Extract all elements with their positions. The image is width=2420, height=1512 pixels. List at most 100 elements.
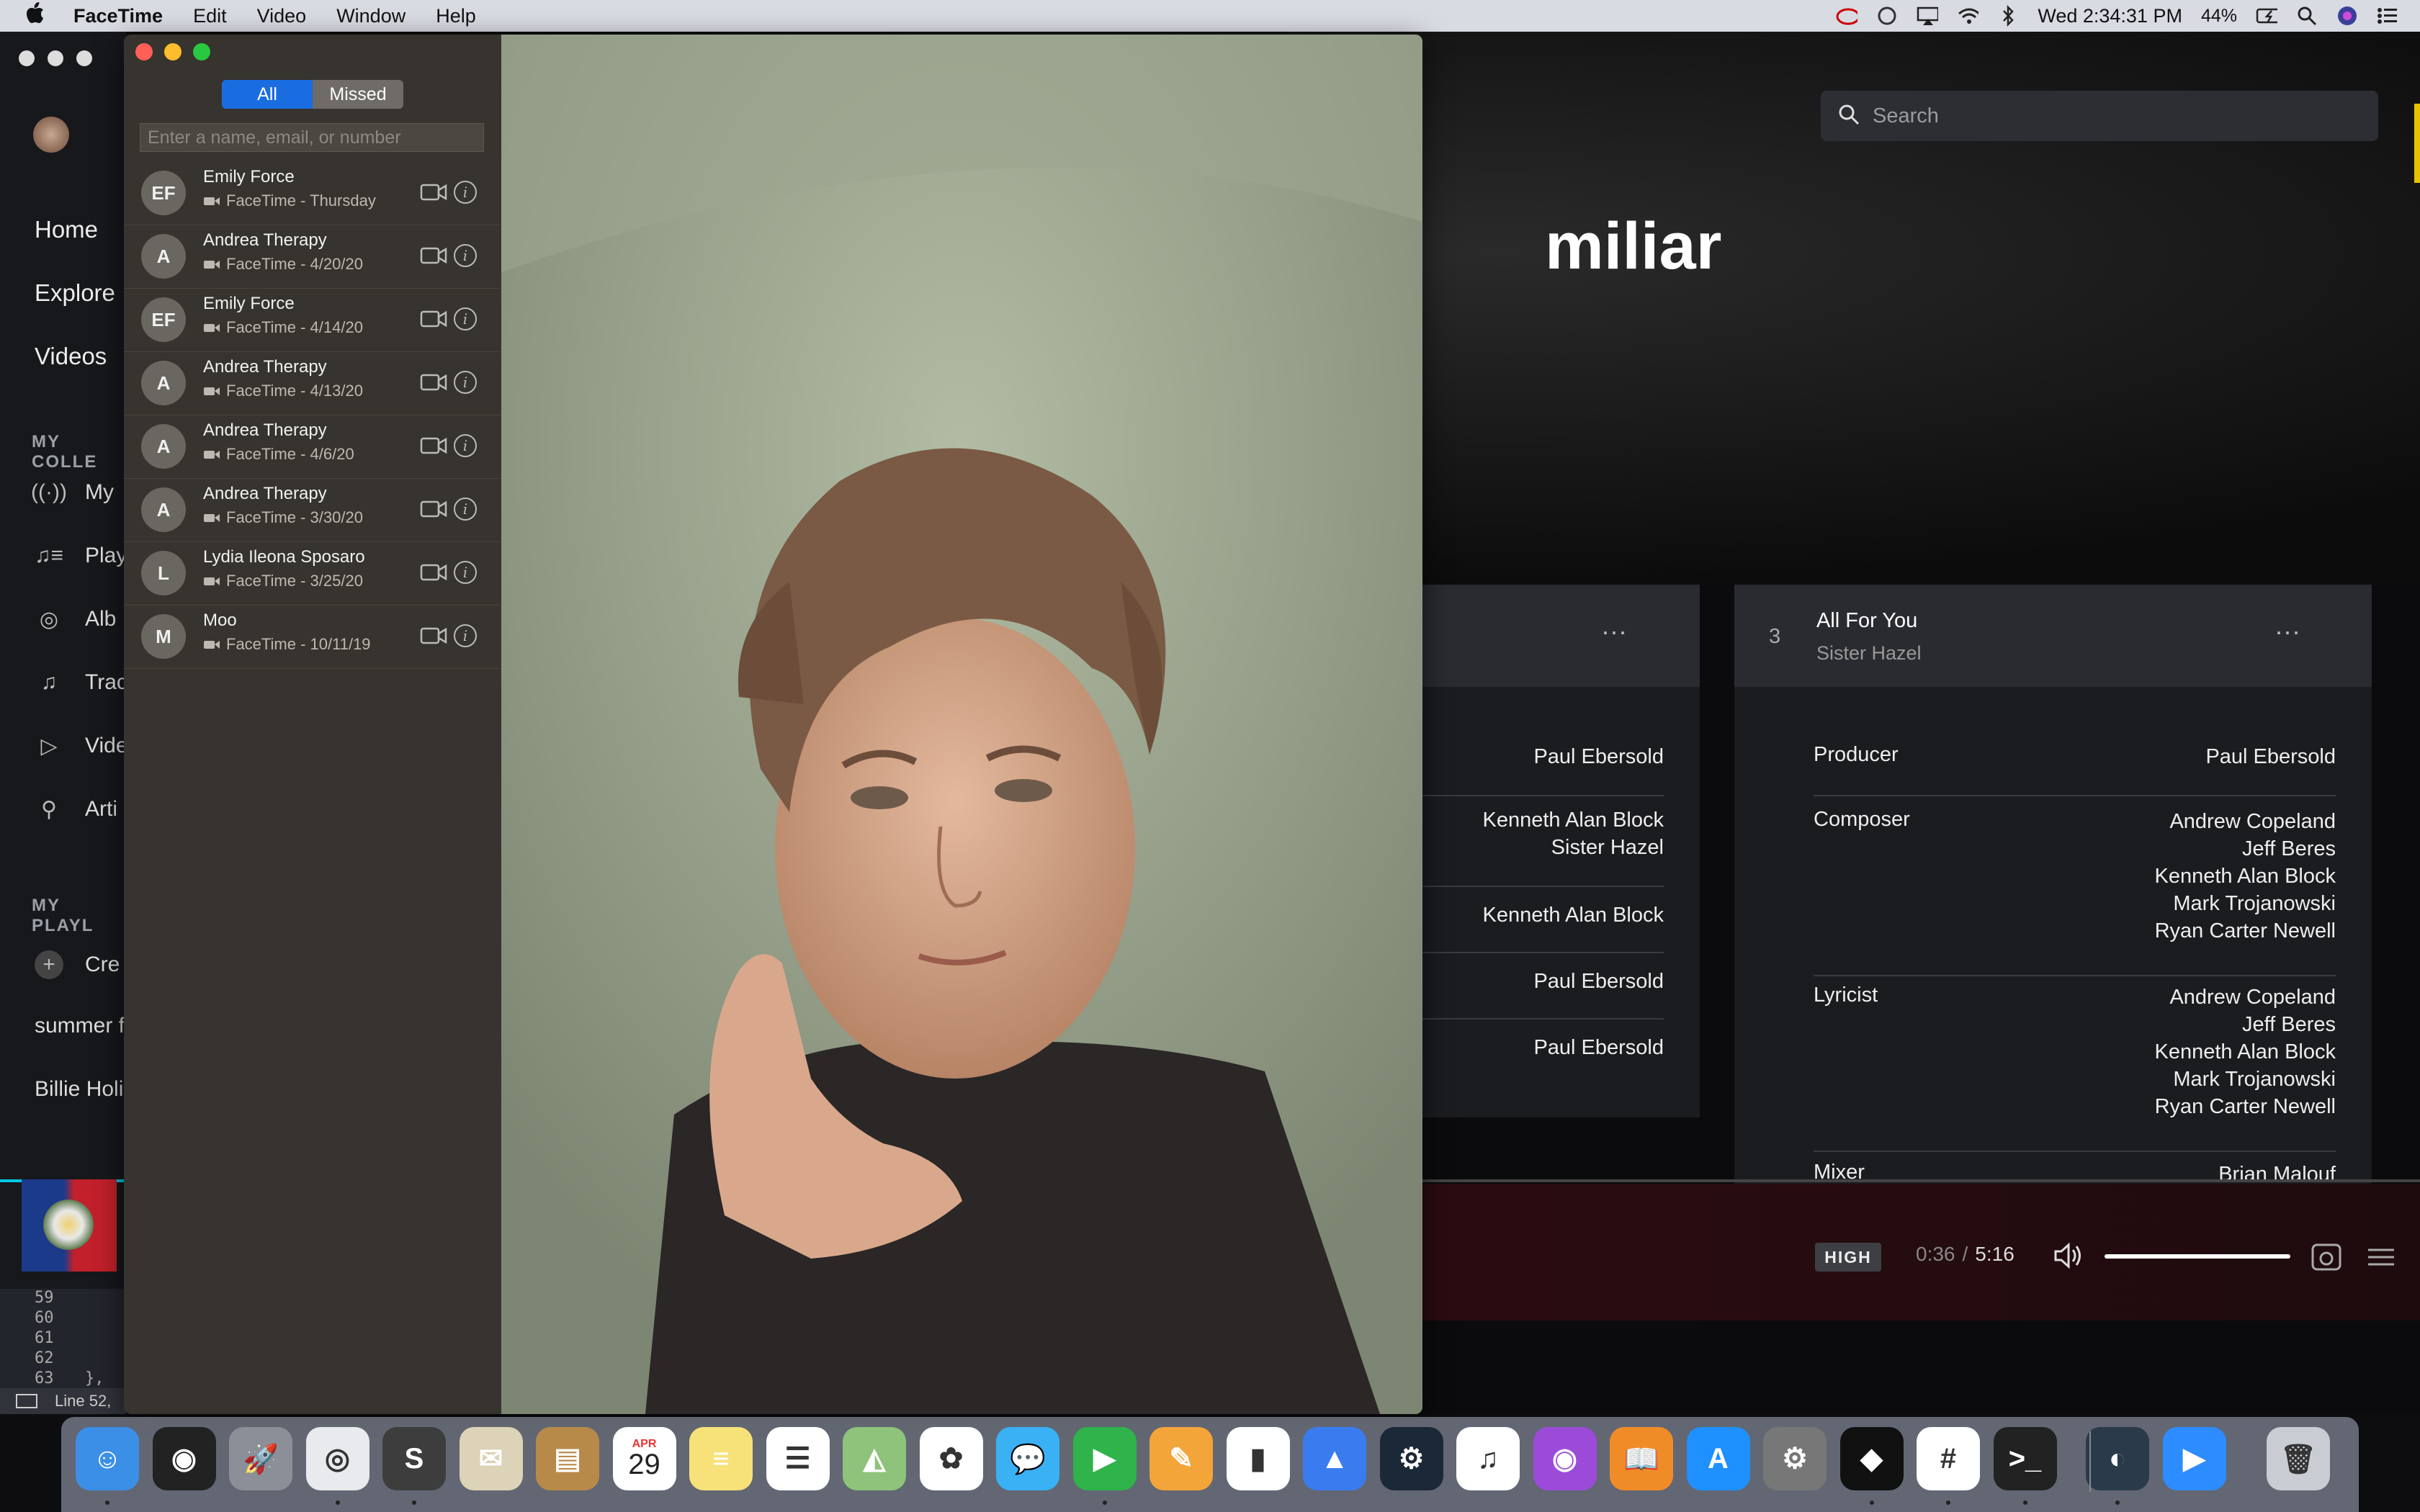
app-store-icon[interactable]: A — [1686, 1427, 1750, 1490]
info-icon[interactable]: i — [454, 244, 477, 267]
video-call-button-icon[interactable] — [419, 371, 448, 394]
maps-icon[interactable]: ◭ — [843, 1427, 906, 1490]
video-call-button-icon[interactable] — [419, 624, 448, 647]
quality-badge[interactable]: HIGH — [1815, 1243, 1881, 1272]
terminal-icon[interactable]: >_ — [1993, 1427, 2057, 1490]
info-icon[interactable]: i — [454, 434, 477, 457]
podcasts-icon[interactable]: ◉ — [1533, 1427, 1597, 1490]
camera-video-preview[interactable] — [501, 35, 1422, 1414]
recent-call-item[interactable]: A Andrea Therapy FaceTime - 4/20/20 i — [124, 225, 501, 289]
notification-center-icon[interactable] — [2377, 5, 2398, 27]
volume-icon[interactable] — [2053, 1241, 2084, 1274]
battery-icon[interactable] — [2256, 5, 2277, 27]
collection-albums[interactable]: ◎ Alb — [35, 605, 116, 634]
close-button[interactable] — [135, 43, 153, 60]
collection-videos[interactable]: ▷ Vide — [35, 732, 127, 760]
contacts-icon[interactable]: ▤ — [536, 1427, 599, 1490]
zoom-button[interactable] — [193, 43, 210, 60]
sublime-text-icon[interactable]: S — [382, 1427, 446, 1490]
sync-icon[interactable] — [1876, 5, 1898, 27]
minimize-dot[interactable] — [48, 50, 63, 66]
launchpad-icon[interactable]: 🚀 — [229, 1427, 292, 1490]
info-icon[interactable]: i — [454, 371, 477, 394]
recent-call-item[interactable]: M Moo FaceTime - 10/11/19 i — [124, 605, 501, 669]
menu-edit[interactable]: Edit — [193, 5, 227, 27]
finder-icon[interactable]: ☺ — [76, 1427, 139, 1490]
recent-call-item[interactable]: A Andrea Therapy FaceTime - 3/30/20 i — [124, 478, 501, 542]
collection-tracks[interactable]: ♫ Trac — [35, 668, 127, 697]
volume-slider[interactable] — [2105, 1254, 2290, 1259]
sidebar-toggle-icon[interactable] — [16, 1394, 37, 1408]
system-preferences-icon[interactable]: ⚙ — [1763, 1427, 1827, 1490]
collection-artists[interactable]: ⚲ Arti — [35, 795, 117, 824]
nav-videos[interactable]: Videos — [35, 343, 107, 370]
filter-missed-tab[interactable]: Missed — [313, 80, 403, 109]
video-call-button-icon[interactable] — [419, 181, 448, 204]
messages-icon[interactable]: 💬 — [996, 1427, 1059, 1490]
music-icon[interactable]: ♫ — [1456, 1427, 1520, 1490]
menu-window[interactable]: Window — [336, 5, 405, 27]
create-playlist[interactable]: + Cre — [35, 950, 120, 979]
zoom-icon[interactable]: ▶ — [2162, 1427, 2226, 1490]
contact-search-input[interactable]: Enter a name, email, or number — [140, 123, 484, 152]
recent-call-item[interactable]: L Lydia Ileona Sposaro FaceTime - 3/25/20 i — [124, 541, 501, 606]
video-call-button-icon[interactable] — [419, 561, 448, 584]
profile-avatar[interactable] — [33, 117, 69, 153]
playlist-billie[interactable]: Billie Holi — [35, 1077, 123, 1102]
steam-icon[interactable]: ⚙ — [1379, 1427, 1443, 1490]
airvpn-icon[interactable]: ◐ — [2086, 1427, 2149, 1490]
video-call-button-icon[interactable] — [419, 307, 448, 330]
nav-explore[interactable]: Explore — [35, 279, 115, 307]
pages-icon[interactable]: ✎ — [1150, 1427, 1213, 1490]
queue-icon[interactable] — [2367, 1243, 2396, 1275]
info-icon[interactable]: i — [454, 498, 477, 521]
info-icon[interactable]: i — [454, 624, 477, 647]
collection-mix[interactable]: ((·)) My — [31, 478, 114, 507]
menu-help[interactable]: Help — [436, 5, 476, 27]
video-call-button-icon[interactable] — [419, 498, 448, 521]
scroll-indicator[interactable] — [2414, 104, 2420, 183]
airplay-icon[interactable] — [1917, 5, 1939, 27]
more-options-icon[interactable]: ··· — [2275, 616, 2300, 647]
app-menu-facetime[interactable]: FaceTime — [73, 5, 163, 27]
numbers-icon[interactable]: ▮ — [1226, 1427, 1290, 1490]
siri-icon[interactable]: ◉ — [152, 1427, 216, 1490]
keynote-icon[interactable]: ▲ — [1303, 1427, 1366, 1490]
creative-cloud-icon[interactable] — [1836, 5, 1858, 27]
recent-call-item[interactable]: A Andrea Therapy FaceTime - 4/13/20 i — [124, 351, 501, 415]
recent-call-item[interactable]: EF Emily Force FaceTime - Thursday i — [124, 161, 501, 225]
facetime-icon[interactable]: ▶ — [1072, 1427, 1137, 1490]
photos-icon[interactable]: ✿ — [919, 1427, 983, 1490]
minimize-button[interactable] — [164, 43, 182, 60]
siri-icon[interactable] — [2336, 5, 2358, 27]
clock-text[interactable]: Wed 2:34:31 PM — [2038, 5, 2182, 27]
nav-home[interactable]: Home — [35, 216, 98, 243]
spotlight-search-icon[interactable] — [2296, 5, 2318, 27]
recent-call-item[interactable]: A Andrea Therapy FaceTime - 4/6/20 i — [124, 415, 501, 479]
info-icon[interactable]: i — [454, 181, 477, 204]
video-call-button-icon[interactable] — [419, 434, 448, 457]
wifi-icon[interactable] — [1957, 5, 1979, 27]
playlist-summer[interactable]: summer f — [35, 1014, 125, 1038]
info-icon[interactable]: i — [454, 307, 477, 330]
chrome-icon[interactable]: ◎ — [305, 1427, 369, 1490]
search-bar[interactable]: Search — [1821, 91, 2378, 141]
close-dot[interactable] — [19, 50, 35, 66]
calendar-icon[interactable]: APR 29 — [612, 1427, 676, 1490]
album-art-thumbnail[interactable] — [22, 1179, 117, 1272]
recent-call-item[interactable]: EF Emily Force FaceTime - 4/14/20 i — [124, 288, 501, 352]
collection-playlists[interactable]: ♫≡ Play — [35, 541, 127, 570]
speaker-output-icon[interactable] — [2311, 1243, 2342, 1275]
mail-eagle-icon[interactable]: ✉ — [459, 1427, 523, 1490]
video-call-button-icon[interactable] — [419, 244, 448, 267]
bluetooth-icon[interactable] — [1997, 5, 2019, 27]
trash-icon[interactable]: 🗑 — [2267, 1427, 2330, 1490]
notes-icon[interactable]: ≡ — [689, 1427, 753, 1490]
tidal-icon[interactable]: ◆ — [1839, 1427, 1904, 1490]
zoom-dot[interactable] — [76, 50, 92, 66]
apple-menu-icon[interactable] — [26, 2, 45, 30]
menu-video[interactable]: Video — [257, 5, 307, 27]
reminders-icon[interactable]: ☰ — [766, 1427, 830, 1490]
books-icon[interactable]: 📖 — [1610, 1427, 1673, 1490]
slack-icon[interactable]: # — [1917, 1427, 1980, 1490]
